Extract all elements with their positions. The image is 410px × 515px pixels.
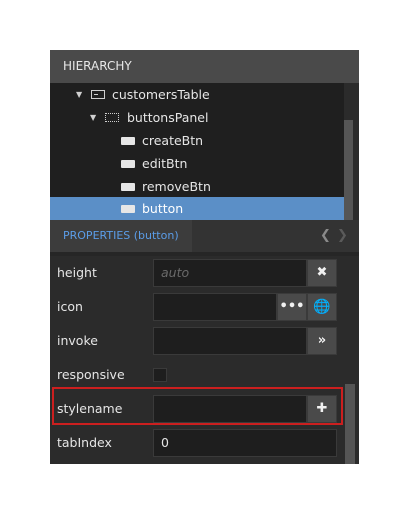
ellipsis-icon: ••• xyxy=(279,299,305,314)
chevron-left-icon[interactable]: ❮ xyxy=(320,228,331,243)
tree-item-edit-btn[interactable]: editBtn xyxy=(50,152,344,175)
tree-item-label: createBtn xyxy=(142,133,204,148)
property-label: icon xyxy=(57,299,83,314)
properties-list: height auto ✖ icon ••• 🌐 invoke » respon… xyxy=(50,256,344,464)
height-input[interactable]: auto xyxy=(153,259,307,287)
button-icon xyxy=(121,205,135,213)
property-label: height xyxy=(57,265,97,280)
globe-icon: 🌐 xyxy=(313,299,331,315)
property-row-invoke: invoke » xyxy=(50,324,344,358)
tabindex-input[interactable]: 0 xyxy=(153,429,337,457)
clear-icon: ✖ xyxy=(316,265,328,280)
icon-input[interactable] xyxy=(153,293,277,321)
clear-button[interactable]: ✖ xyxy=(307,259,337,287)
property-row-icon: icon ••• 🌐 xyxy=(50,290,344,324)
button-icon xyxy=(121,137,135,145)
tree-item-label: removeBtn xyxy=(142,179,211,194)
tab-properties[interactable]: PROPERTIES (button) xyxy=(50,220,192,252)
properties-header: PROPERTIES (button) ❮ ❯ xyxy=(50,220,359,252)
tree-item-customers-table[interactable]: ▼ customersTable xyxy=(50,83,344,106)
expand-arrow-icon[interactable]: ▼ xyxy=(90,106,96,129)
tree-item-label: customersTable xyxy=(112,87,210,102)
tree-item-button-selected[interactable]: button xyxy=(50,197,344,220)
expand-arrow-icon[interactable]: ▼ xyxy=(76,83,82,106)
tree-item-label: buttonsPanel xyxy=(127,110,209,125)
highlight-box xyxy=(52,387,343,425)
globe-button[interactable]: 🌐 xyxy=(307,293,337,321)
invoke-handler-button[interactable]: » xyxy=(307,327,337,355)
tree-item-remove-btn[interactable]: removeBtn xyxy=(50,175,344,198)
button-icon xyxy=(121,160,135,168)
chevron-right-icon[interactable]: ❯ xyxy=(337,228,348,243)
properties-scrollbar-thumb[interactable] xyxy=(345,384,355,464)
tree-item-create-btn[interactable]: createBtn xyxy=(50,129,344,152)
tree-scrollbar-thumb[interactable] xyxy=(344,120,353,220)
tree-item-buttons-panel[interactable]: ▼ buttonsPanel xyxy=(50,106,344,129)
table-icon xyxy=(91,90,105,99)
tree-item-label: editBtn xyxy=(142,156,188,171)
browse-button[interactable]: ••• xyxy=(277,293,307,321)
hierarchy-header: HIERARCHY xyxy=(50,50,359,83)
property-row-height: height auto ✖ xyxy=(50,256,344,290)
property-label: tabIndex xyxy=(57,435,112,450)
double-chevron-right-icon: » xyxy=(317,333,327,348)
invoke-input[interactable] xyxy=(153,327,307,355)
hierarchy-tree: ▼ customersTable ▼ buttonsPanel createBt… xyxy=(50,83,344,220)
button-icon xyxy=(121,183,135,191)
tree-item-label: button xyxy=(142,201,184,216)
responsive-checkbox[interactable] xyxy=(153,368,167,382)
property-row-tabindex: tabIndex 0 xyxy=(50,426,344,460)
panel-icon xyxy=(105,113,119,122)
property-label: invoke xyxy=(57,333,98,348)
